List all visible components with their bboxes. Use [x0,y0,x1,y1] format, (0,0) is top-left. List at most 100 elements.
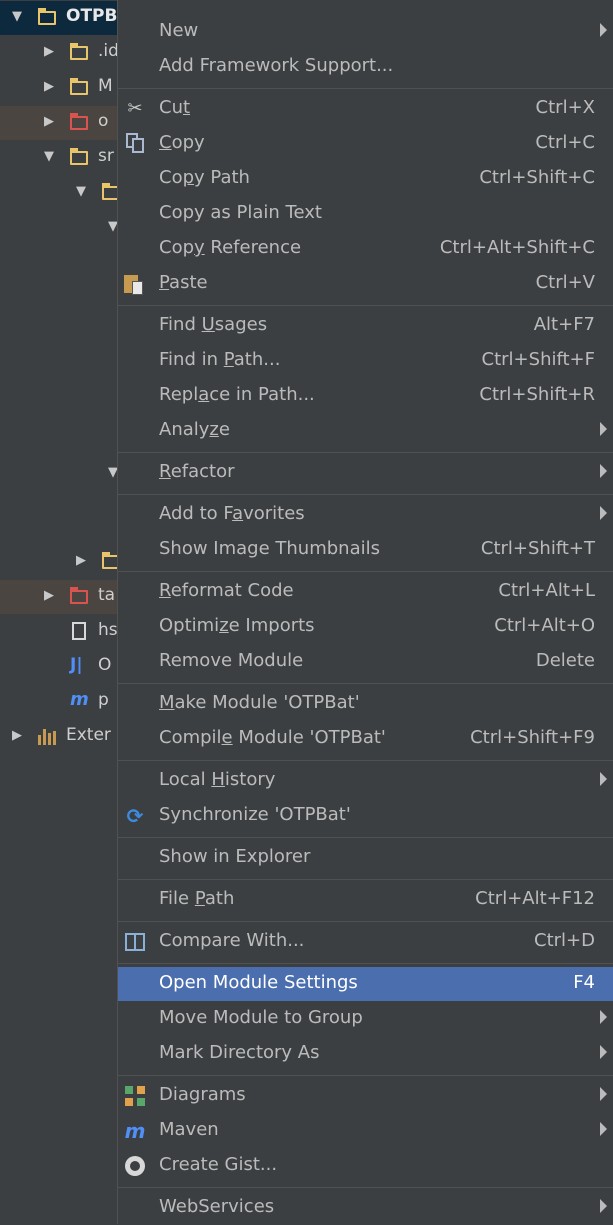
menu-item-shortcut: Ctrl+Shift+C [479,167,595,188]
menu-item-label: Compile Module 'OTPBat' [159,727,386,748]
menu-item-label: Reformat Code [159,580,294,601]
expand-arrow-icon[interactable]: ▼ [76,184,86,199]
menu-item-copy-reference[interactable]: Copy Reference Ctrl+Alt+Shift+C [118,232,613,266]
expand-arrow-icon[interactable]: ▼ [12,9,22,24]
menu-item-shortcut: Ctrl+Shift+T [480,538,595,559]
menu-separator [118,88,613,89]
menu-item-label: Replace in Path... [159,384,315,405]
menu-item-remove-module[interactable]: Remove Module Delete [118,645,613,679]
menu-separator [118,1075,613,1076]
tree-node-label: M [98,76,113,96]
submenu-arrow-icon [600,1122,607,1136]
menu-item-paste[interactable]: Paste Ctrl+V [118,267,613,301]
menu-item-shortcut: Ctrl+Shift+F [481,349,595,370]
menu-item-refactor[interactable]: Refactor [118,456,613,490]
menu-item-compare-with[interactable]: Compare With... Ctrl+D [118,925,613,959]
menu-item-copy-plain-text[interactable]: Copy as Plain Text [118,197,613,231]
folder-icon [70,148,92,168]
menu-item-copy-path[interactable]: Copy Path Ctrl+Shift+C [118,162,613,196]
folder-icon [70,43,92,63]
excluded-folder-icon [70,113,92,133]
menu-item-find-usages[interactable]: Find Usages Alt+F7 [118,309,613,343]
menu-item-webservices[interactable]: WebServices [118,1191,613,1225]
menu-item-maven[interactable]: m Maven [118,1114,613,1148]
menu-item-add-to-favorites[interactable]: Add to Favorites [118,498,613,532]
menu-item-synchronize[interactable]: ⟳ Synchronize 'OTPBat' [118,799,613,833]
menu-item-label: Refactor [159,461,235,482]
menu-item-compile-module[interactable]: Compile Module 'OTPBat' Ctrl+Shift+F9 [118,722,613,756]
menu-item-label: Paste [159,272,208,293]
submenu-arrow-icon [600,1199,607,1213]
submenu-arrow-icon [600,772,607,786]
submenu-arrow-icon [600,1045,607,1059]
folder-icon [70,78,92,98]
collapse-arrow-icon[interactable]: ▶ [76,553,86,568]
submenu-arrow-icon [600,23,607,37]
menu-item-cut[interactable]: ✂ Cut Ctrl+X [118,92,613,126]
menu-item-analyze[interactable]: Analyze [118,414,613,448]
menu-item-label: Cut [159,97,191,118]
menu-item-shortcut: F4 [573,972,595,993]
menu-item-add-framework-support[interactable]: Add Framework Support... [118,50,613,84]
menu-item-make-module[interactable]: Make Module 'OTPBat' [118,687,613,721]
collapse-arrow-icon[interactable]: ▶ [44,44,54,59]
menu-item-diagrams[interactable]: Diagrams [118,1079,613,1113]
menu-item-create-gist[interactable]: Create Gist... [118,1149,613,1183]
github-icon [125,1156,145,1176]
collapse-arrow-icon[interactable]: ▶ [44,79,54,94]
menu-item-mark-directory-as[interactable]: Mark Directory As [118,1037,613,1071]
menu-item-file-path[interactable]: File Path Ctrl+Alt+F12 [118,883,613,917]
collapse-arrow-icon[interactable]: ▶ [44,114,54,129]
menu-item-open-module-settings[interactable]: Open Module Settings F4 [118,967,613,1001]
tree-node-label: ta [98,585,116,605]
menu-separator [118,837,613,838]
menu-item-optimize-imports[interactable]: Optimize Imports Ctrl+Alt+O [118,610,613,644]
diagram-icon [125,1086,145,1106]
file-icon [70,622,92,642]
menu-item-shortcut: Alt+F7 [533,314,595,335]
menu-item-local-history[interactable]: Local History [118,764,613,798]
menu-item-label: Remove Module [159,650,304,671]
menu-item-label: Copy [159,132,205,153]
menu-item-label: Make Module 'OTPBat' [159,692,360,713]
excluded-folder-icon [70,587,92,607]
menu-item-show-in-explorer[interactable]: Show in Explorer [118,841,613,875]
copy-icon [126,133,144,153]
expand-arrow-icon[interactable]: ▼ [44,149,54,164]
menu-item-copy[interactable]: Copy Ctrl+C [118,127,613,161]
menu-item-reformat-code[interactable]: Reformat Code Ctrl+Alt+L [118,575,613,609]
menu-item-shortcut: Ctrl+D [534,930,595,951]
external-libraries-icon [38,727,60,747]
menu-item-move-module-to-group[interactable]: Move Module to Group [118,1002,613,1036]
menu-item-find-in-path[interactable]: Find in Path... Ctrl+Shift+F [118,344,613,378]
menu-item-label: Open Module Settings [159,972,358,993]
menu-item-label: Diagrams [159,1084,246,1105]
menu-item-label: Optimize Imports [159,615,315,636]
tree-node-label: o [98,111,109,131]
tree-node-label: sr [98,146,114,166]
menu-item-label: Show Image Thumbnails [159,538,380,559]
menu-separator [118,571,613,572]
menu-item-label: Add to Favorites [159,503,305,524]
collapse-arrow-icon[interactable]: ▶ [12,728,22,743]
menu-item-shortcut: Ctrl+Alt+Shift+C [439,237,595,258]
menu-item-label: Copy Reference [159,237,302,258]
menu-item-label: Show in Explorer [159,846,311,867]
tree-node-label: O [98,655,112,675]
menu-separator [118,683,613,684]
menu-item-label: Create Gist... [159,1154,278,1175]
menu-item-label: Copy as Plain Text [159,202,322,223]
menu-separator [118,921,613,922]
context-menu: New Add Framework Support... ✂ Cut Ctrl+X Cop… [117,0,613,1224]
menu-item-label: Mark Directory As [159,1042,320,1063]
paste-icon [124,273,144,295]
collapse-arrow-icon[interactable]: ▶ [44,588,54,603]
menu-item-shortcut: Ctrl+X [535,97,595,118]
tree-node-label: OTPB [66,6,118,26]
tree-node-label: p [98,690,109,710]
menu-item-new[interactable]: New [118,15,613,49]
menu-item-label: Local History [159,769,276,790]
menu-item-label: WebServices [159,1196,275,1217]
menu-item-show-image-thumbnails[interactable]: Show Image Thumbnails Ctrl+Shift+T [118,533,613,567]
menu-item-replace-in-path[interactable]: Replace in Path... Ctrl+Shift+R [118,379,613,413]
